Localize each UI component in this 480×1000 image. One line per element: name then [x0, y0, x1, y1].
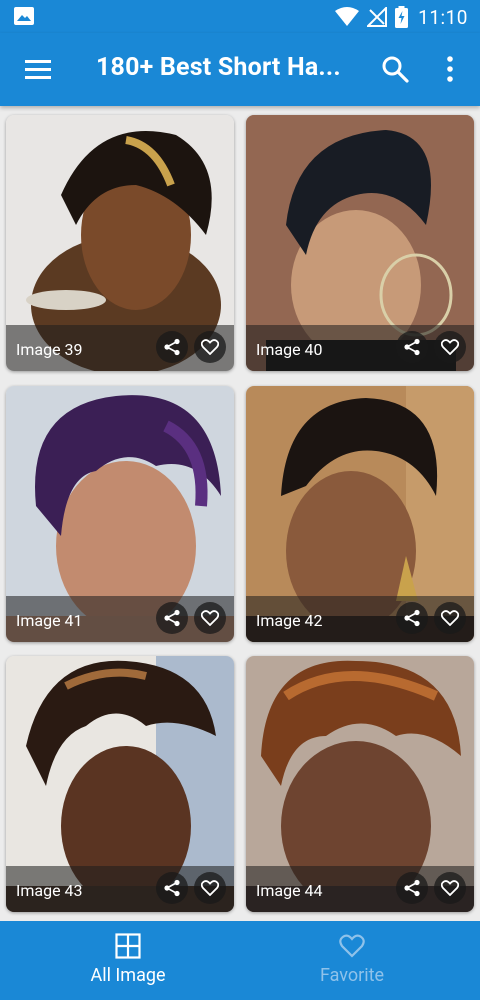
menu-icon[interactable] [24, 57, 52, 81]
more-vert-icon[interactable] [440, 55, 460, 83]
heart-outline-icon [201, 880, 219, 896]
grid-icon [115, 933, 141, 959]
image-caption: Image 42 [256, 611, 323, 630]
share-button[interactable] [396, 872, 428, 904]
favorite-button[interactable] [434, 602, 466, 634]
wifi-icon [335, 7, 360, 26]
nav-label: All Image [90, 965, 166, 986]
image-card[interactable]: Image 40 [246, 115, 474, 371]
favorite-button[interactable] [434, 872, 466, 904]
heart-outline-icon [441, 610, 459, 626]
share-icon [164, 879, 180, 897]
favorite-button[interactable] [194, 602, 226, 634]
nav-favorite[interactable]: Favorite [232, 921, 472, 1000]
share-icon [404, 609, 420, 627]
share-button[interactable] [156, 872, 188, 904]
nav-label: Favorite [319, 965, 385, 986]
image-notification-icon [14, 7, 34, 25]
image-card[interactable]: Image 43 [6, 656, 234, 912]
image-card[interactable]: Image 41 [6, 386, 234, 642]
nav-all-image[interactable]: All Image [8, 921, 248, 1000]
heart-outline-icon [201, 339, 219, 355]
share-icon [164, 338, 180, 356]
favorite-button[interactable] [194, 872, 226, 904]
heart-outline-icon [201, 610, 219, 626]
image-caption: Image 41 [16, 611, 83, 630]
heart-outline-icon [441, 339, 459, 355]
image-caption: Image 39 [16, 340, 83, 359]
battery-charging-icon [395, 6, 409, 28]
favorite-button[interactable] [434, 331, 466, 363]
image-card[interactable]: Image 42 [246, 386, 474, 642]
share-icon [164, 609, 180, 627]
search-icon[interactable] [381, 55, 409, 83]
status-bar: 11:10 [0, 0, 480, 33]
status-icons: 11:10 [335, 4, 468, 30]
image-caption: Image 44 [256, 881, 323, 900]
app-bar: 180+ Best Short Ha... [0, 33, 480, 106]
heart-outline-icon [339, 934, 365, 958]
share-icon [404, 338, 420, 356]
heart-outline-icon [441, 880, 459, 896]
image-caption: Image 43 [16, 881, 83, 900]
clock: 11:10 [418, 5, 468, 29]
image-card[interactable]: Image 39 [6, 115, 234, 371]
bottom-navigation: All Image Favorite [0, 921, 480, 1000]
image-caption: Image 40 [256, 340, 323, 359]
share-icon [404, 879, 420, 897]
favorite-button[interactable] [194, 331, 226, 363]
share-button[interactable] [156, 331, 188, 363]
share-button[interactable] [396, 602, 428, 634]
no-signal-icon [367, 7, 388, 27]
image-card[interactable]: Image 44 [246, 656, 474, 912]
image-grid[interactable]: Image 39 Image 40 Image 41 Image 42 Imag… [0, 106, 480, 921]
page-title: 180+ Best Short Ha... [96, 53, 341, 82]
share-button[interactable] [396, 331, 428, 363]
share-button[interactable] [156, 602, 188, 634]
